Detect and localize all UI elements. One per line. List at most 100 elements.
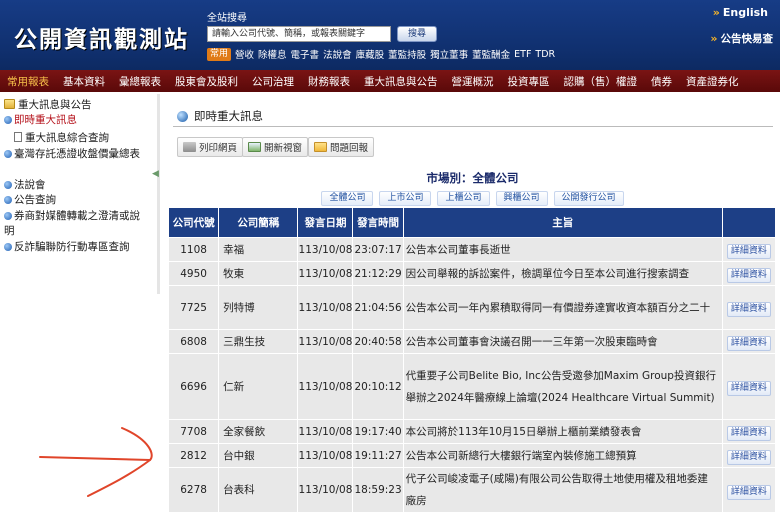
nav-item[interactable]: 營運概況 xyxy=(452,74,494,89)
bullet-icon xyxy=(4,196,12,204)
quick-link[interactable]: 法說會 xyxy=(323,47,352,61)
market-tab[interactable]: 上市公司 xyxy=(379,191,432,206)
table-row: 1108 幸福 113/10/08 23:07:17 公告本公司董事長逝世 詳細資料 xyxy=(167,237,777,262)
double-arrow-icon: » xyxy=(712,6,720,19)
cell-time: 23:07:17 xyxy=(352,237,404,262)
cell-code: 4950 xyxy=(167,261,220,286)
quick-link[interactable]: 營收 xyxy=(235,47,254,61)
cell-subject: 因公司舉報的訴訟案件，檢調單位今日至本公司進行搜索調查 xyxy=(402,261,723,286)
cell-date: 113/10/08 xyxy=(297,353,354,420)
cell-date: 113/10/08 xyxy=(297,261,354,286)
cell-subject: 公告本公司董事長逝世 xyxy=(402,237,723,262)
nav-item[interactable]: 認購（售）權證 xyxy=(564,74,638,89)
nav-item[interactable]: 公司治理 xyxy=(252,74,294,89)
detail-button[interactable]: 詳細資料 xyxy=(726,268,771,283)
sidebar-item-label: 重大訊息綜合查詢 xyxy=(25,132,109,144)
site-header: 公開資訊觀測站 全站搜尋 請輸入公司代號、簡稱，或報表關鍵字 搜尋 常用 營收 … xyxy=(0,0,780,70)
nav-item[interactable]: 債券 xyxy=(651,74,672,89)
print-button[interactable]: 列印網頁 xyxy=(177,137,244,157)
quick-link[interactable]: ETF xyxy=(514,49,531,60)
sidebar-divider xyxy=(157,94,160,294)
market-tabs: 全體公司 上市公司 上櫃公司 興櫃公司 公開發行公司 xyxy=(165,191,780,206)
feedback-button[interactable]: 問題回報 xyxy=(308,137,375,157)
table-row: 7725 列特博 113/10/08 21:04:56 公告本公司一年內累積取得同一有價… xyxy=(167,285,777,330)
quick-link[interactable]: 獨立董事 xyxy=(430,47,468,61)
cell-name: 幸福 xyxy=(218,237,299,262)
detail-button[interactable]: 詳細資料 xyxy=(726,302,771,317)
nav-item[interactable]: 投資專區 xyxy=(508,74,550,89)
table-row: 6808 三鼎生技 113/10/08 20:40:58 公告本公司董事會決議召開一一三… xyxy=(167,329,777,354)
quick-link[interactable]: 除權息 xyxy=(258,47,287,61)
nav-item[interactable]: 重大訊息與公告 xyxy=(364,74,438,89)
cell-time: 19:11:27 xyxy=(352,443,404,468)
quick-link[interactable]: 董監持股 xyxy=(388,47,426,61)
feedback-label: 問題回報 xyxy=(330,143,369,154)
quick-link[interactable]: 庫藏股 xyxy=(356,47,385,61)
sidebar-item-anti-fraud[interactable]: 反詐騙聯防行動專區查詢 xyxy=(4,240,149,255)
nav-item[interactable]: 常用報表 xyxy=(7,74,49,89)
market-tab[interactable]: 上櫃公司 xyxy=(437,191,490,206)
sidebar-item-announcements[interactable]: 重大訊息與公告 xyxy=(4,98,149,113)
sidebar-item-investor-conference[interactable]: 法說會 xyxy=(4,178,149,193)
globe-icon xyxy=(177,110,188,122)
cell-detail: 詳細資料 xyxy=(721,419,777,444)
print-label: 列印網頁 xyxy=(199,143,238,154)
sidebar-item-news-search[interactable]: 重大訊息綜合查詢 xyxy=(14,131,159,146)
nav-item[interactable]: 基本資料 xyxy=(63,74,105,89)
market-tab[interactable]: 興櫃公司 xyxy=(495,191,548,206)
cell-time: 21:12:29 xyxy=(352,261,404,286)
nav-item[interactable]: 彙總報表 xyxy=(119,74,161,89)
sidebar: 重大訊息與公告 即時重大訊息 重大訊息綜合查詢 臺灣存託憑證收盤價彙總表 法說會… xyxy=(0,94,160,526)
common-chip: 常用 xyxy=(207,47,232,61)
cell-time: 19:17:40 xyxy=(352,419,404,444)
nav-item[interactable]: 財務報表 xyxy=(308,74,350,89)
quick-link[interactable]: 董監酬金 xyxy=(472,47,510,61)
sidebar-item-realtime-news[interactable]: 即時重大訊息 xyxy=(4,113,149,128)
printer-icon xyxy=(183,142,196,152)
double-arrow-icon: » xyxy=(710,32,718,45)
column-header: 主旨 xyxy=(402,207,723,238)
quick-search-label: 公告快易查 xyxy=(720,33,774,45)
cell-name: 牧東 xyxy=(218,261,299,286)
detail-button[interactable]: 詳細資料 xyxy=(726,381,771,396)
detail-button[interactable]: 詳細資料 xyxy=(726,336,771,351)
quick-link[interactable]: TDR xyxy=(535,49,555,60)
sidebar-item-tdr-prices[interactable]: 臺灣存託憑證收盤價彙總表 xyxy=(4,147,149,162)
quick-search-link[interactable]: » 公告快易查 xyxy=(710,31,773,46)
cell-code: 6808 xyxy=(167,329,220,354)
search-button[interactable]: 搜尋 xyxy=(397,26,437,42)
site-title[interactable]: 公開資訊觀測站 xyxy=(14,20,189,54)
folder-icon xyxy=(4,99,15,109)
cell-detail: 詳細資料 xyxy=(721,467,777,513)
cell-subject: 本公司將於113年10月15日舉辦上櫃前業績發表會 xyxy=(402,419,723,444)
cell-name: 列特博 xyxy=(218,285,299,330)
nav-item[interactable]: 股東會及股利 xyxy=(175,74,238,89)
search-input[interactable]: 請輸入公司代號、簡稱，或報表關鍵字 xyxy=(207,26,391,42)
detail-button[interactable]: 詳細資料 xyxy=(726,484,771,500)
cell-code: 1108 xyxy=(167,237,220,262)
cell-code: 7708 xyxy=(167,419,220,444)
detail-button[interactable]: 詳細資料 xyxy=(726,450,771,465)
page-title-row: 即時重大訊息 xyxy=(177,108,263,124)
new-window-button[interactable]: 開新視窗 xyxy=(242,137,309,157)
sidebar-item-announcement-search[interactable]: 公告查詢 xyxy=(4,193,149,208)
main-content: 即時重大訊息 列印網頁 開新視窗 問題回報 市場別：全體公司 全體公司 上市公司… xyxy=(165,94,780,526)
detail-button[interactable]: 詳細資料 xyxy=(726,244,771,259)
market-tab[interactable]: 全體公司 xyxy=(321,191,374,206)
table-row: 4950 牧東 113/10/08 21:12:29 因公司舉報的訴訟案件，檢調單位今日… xyxy=(167,261,777,286)
cell-name: 三鼎生技 xyxy=(218,329,299,354)
column-header: 發言日期 xyxy=(297,207,354,238)
market-tab[interactable]: 公開發行公司 xyxy=(553,191,624,206)
collapse-arrow-icon[interactable]: ◀ xyxy=(152,169,159,179)
table-header-row: 公司代號 公司簡稱 發言日期 發言時間 主旨 xyxy=(167,207,777,238)
nav-item[interactable]: 資產證券化 xyxy=(686,74,739,89)
english-link[interactable]: » English xyxy=(713,6,768,19)
bullet-icon xyxy=(4,116,12,124)
cell-detail: 詳細資料 xyxy=(721,285,777,330)
detail-button[interactable]: 詳細資料 xyxy=(726,426,771,441)
market-label: 市場別：全體公司 xyxy=(426,171,519,185)
sidebar-item-broker-clarification[interactable]: 券商對媒體轉載之澄清或說明 xyxy=(4,209,149,239)
quick-link[interactable]: 電子書 xyxy=(291,47,320,61)
sidebar-item-label: 反詐騙聯防行動專區查詢 xyxy=(14,241,130,253)
bullet-icon xyxy=(4,243,12,251)
